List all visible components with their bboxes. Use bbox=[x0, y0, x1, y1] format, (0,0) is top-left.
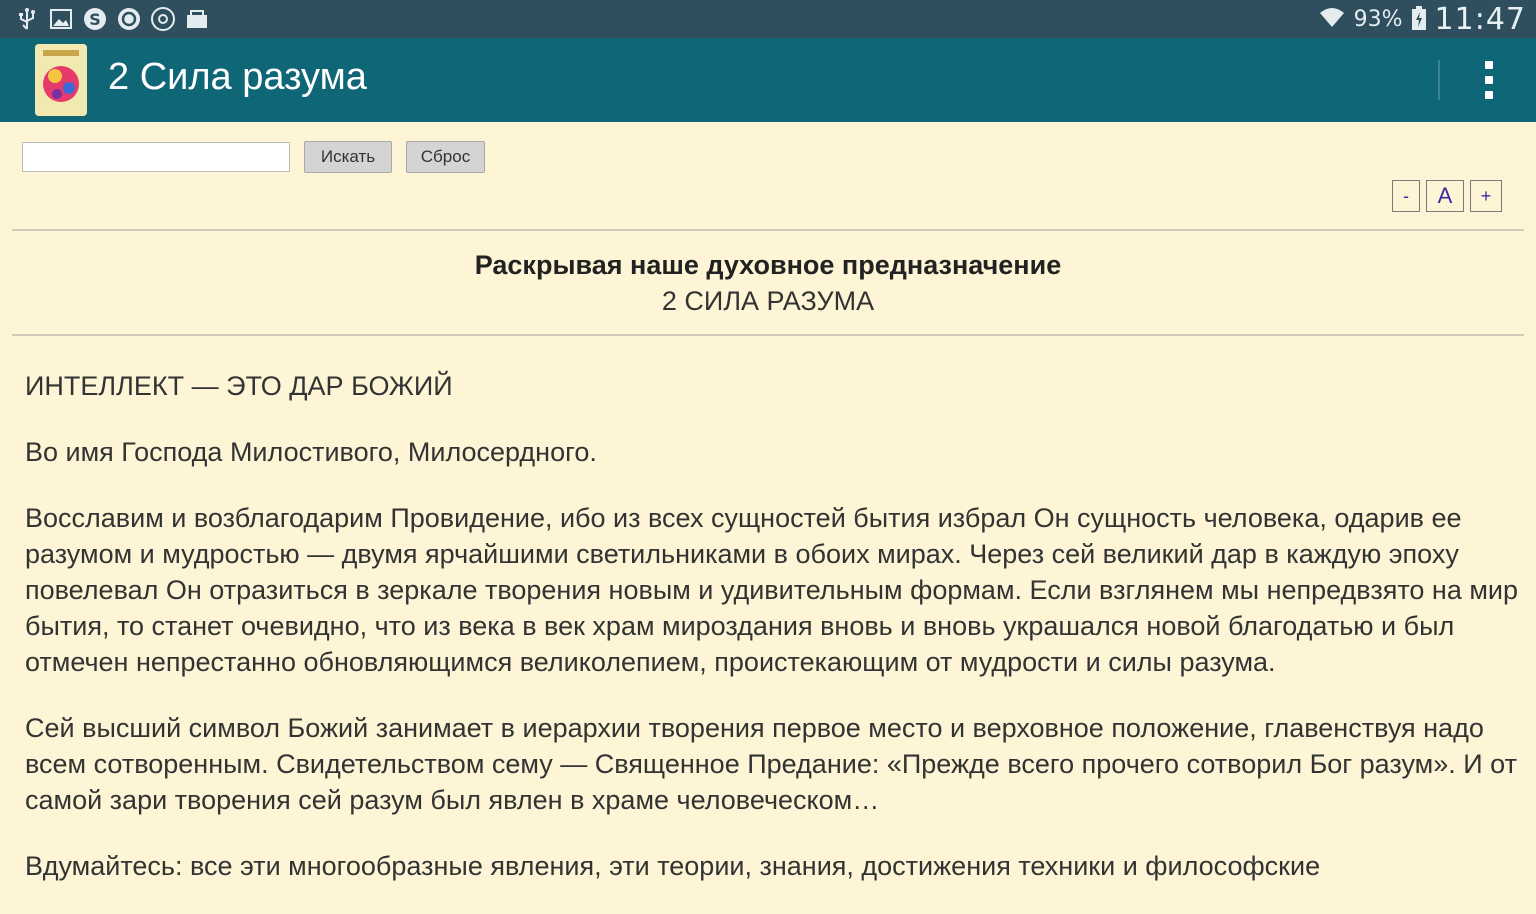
divider bbox=[12, 229, 1524, 231]
section-heading: ИНТЕЛЛЕКТ — ЭТО ДАР БОЖИЙ bbox=[25, 371, 453, 401]
toolbar-divider bbox=[1438, 60, 1440, 100]
status-bar: S 93% 11:47 bbox=[0, 0, 1536, 38]
divider bbox=[12, 334, 1524, 336]
media-icon bbox=[150, 6, 176, 32]
app-logo-icon[interactable] bbox=[35, 44, 87, 116]
font-decrease-button[interactable]: - bbox=[1392, 180, 1420, 212]
font-default-button[interactable]: A bbox=[1426, 180, 1464, 212]
paragraph: Во имя Господа Милостивого, Милосердного… bbox=[25, 437, 597, 467]
wifi-icon bbox=[1318, 5, 1346, 35]
font-increase-button[interactable]: + bbox=[1470, 180, 1502, 212]
action-bar: 2 Сила разума bbox=[0, 38, 1536, 122]
chapter-title: 2 СИЛА РАЗУМА bbox=[661, 286, 875, 316]
usb-icon bbox=[14, 6, 40, 32]
battery-icon bbox=[1411, 5, 1427, 35]
paragraph: Вдумайтесь: все эти многообразные явлени… bbox=[25, 851, 1321, 881]
paragraph: Сей высший символ Божий занимает в иерар… bbox=[25, 713, 1517, 815]
svg-text:S: S bbox=[89, 10, 101, 29]
battery-percent: 93% bbox=[1353, 7, 1403, 32]
reset-button[interactable]: Сброс bbox=[406, 141, 485, 173]
mail-icon bbox=[184, 6, 210, 32]
paragraph: Восславим и возблагодарим Провидение, иб… bbox=[25, 503, 1519, 677]
notification-icons: S bbox=[14, 6, 210, 32]
image-icon bbox=[48, 6, 74, 32]
page-title: 2 Сила разума bbox=[108, 56, 367, 98]
search-button[interactable]: Искать bbox=[304, 141, 392, 173]
search-input[interactable] bbox=[22, 142, 290, 172]
clock: 11:47 bbox=[1434, 2, 1526, 37]
overflow-menu-icon[interactable] bbox=[1472, 52, 1506, 108]
status-right: 93% 11:47 bbox=[1318, 2, 1526, 37]
sync-icon bbox=[116, 6, 142, 32]
book-title: Раскрывая наше духовное предназначение bbox=[474, 250, 1062, 280]
skype-icon: S bbox=[82, 6, 108, 32]
chapter-content: ИНТЕЛЛЕКТ — ЭТО ДАР БОЖИЙ Во имя Господа… bbox=[25, 368, 1525, 914]
